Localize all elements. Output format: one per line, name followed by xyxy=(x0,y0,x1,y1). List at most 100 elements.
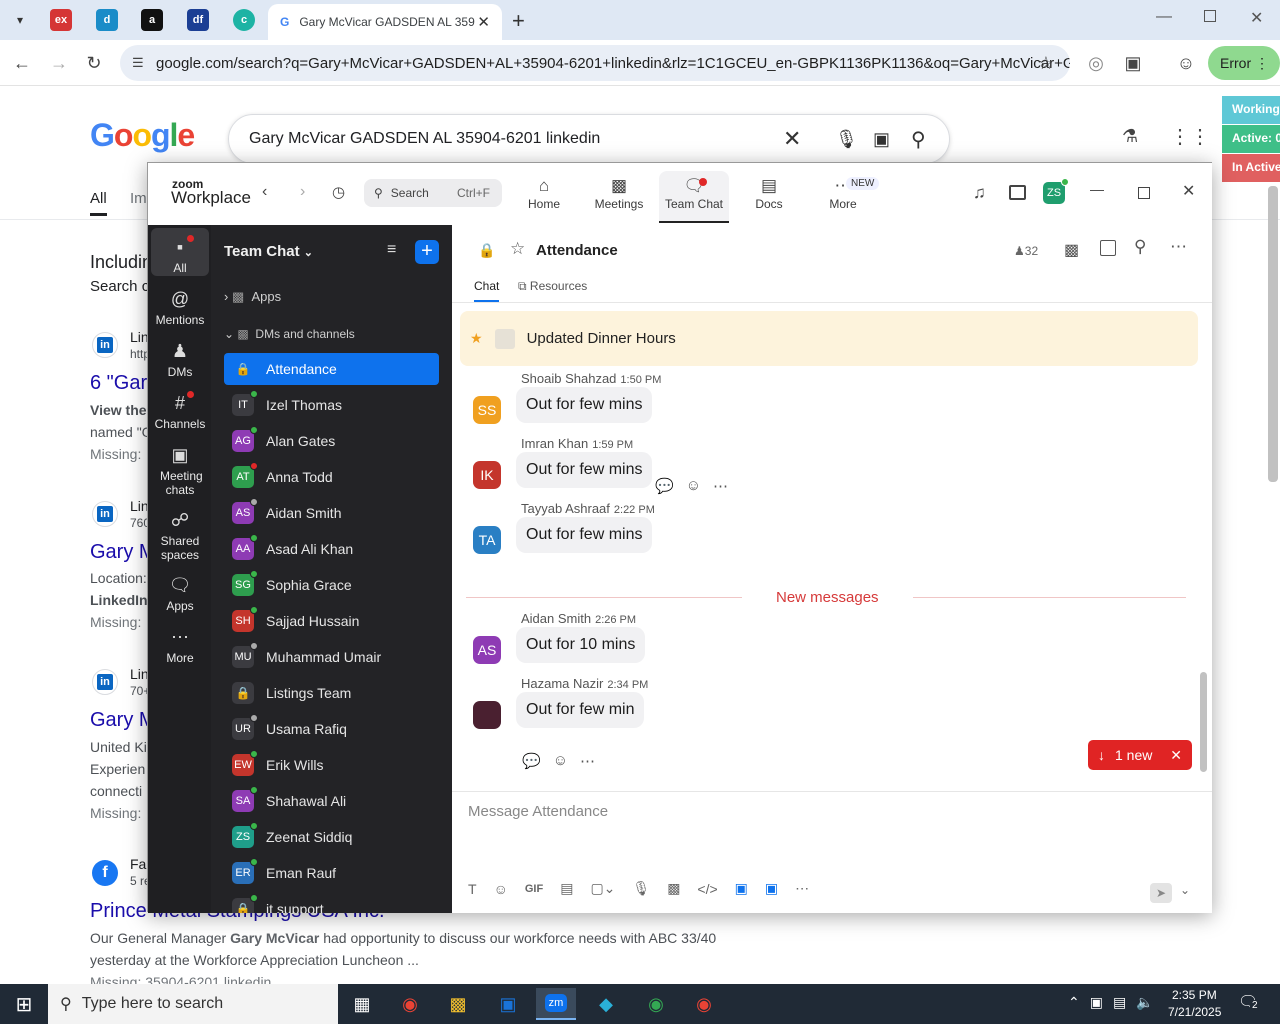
code-icon[interactable]: </> xyxy=(697,881,717,897)
filter-icon[interactable]: ≡ xyxy=(387,241,396,259)
channel-item[interactable]: ER Eman Rauf xyxy=(224,857,439,889)
nav-docs[interactable]: ▤ Docs xyxy=(734,171,804,223)
section-dms-channels[interactable]: ⌄ ▩ DMs and channels xyxy=(224,327,355,341)
bookmark-star-icon[interactable]: ☆ xyxy=(1035,52,1057,74)
taskbar-search-box[interactable]: ⚲ Type here to search xyxy=(48,984,338,1024)
tab-favicon-df[interactable]: df xyxy=(187,9,209,31)
channel-item[interactable]: AG Alan Gates xyxy=(224,425,439,457)
zoom-maximize-icon[interactable] xyxy=(1138,187,1150,199)
google-logo[interactable]: Google xyxy=(90,117,195,154)
rail-dms[interactable]: ♟ DMs xyxy=(151,339,209,379)
new-tab-icon[interactable]: + xyxy=(512,8,525,34)
send-button[interactable]: ➤ xyxy=(1150,883,1172,903)
zoom-minimize-icon[interactable]: — xyxy=(1090,181,1104,197)
tab-search-chevron-icon[interactable]: ▾ xyxy=(10,10,30,30)
pinned-message[interactable]: ★ Updated Dinner Hours xyxy=(460,311,1198,366)
send-options-icon[interactable]: ⌄ xyxy=(1180,883,1190,897)
new-message-pill[interactable]: ↓ 1 new ✕ xyxy=(1088,740,1192,770)
message-bubble[interactable]: Out for 10 mins xyxy=(516,627,646,663)
channel-item[interactable]: EW Erik Wills xyxy=(224,749,439,781)
message-bubble[interactable]: Out for few mins xyxy=(516,387,653,423)
rail-mentions[interactable]: @ Mentions xyxy=(151,287,209,327)
zoom-app-icon[interactable]: ▣ xyxy=(735,880,748,897)
clear-search-icon[interactable]: ✕ xyxy=(783,126,801,152)
task-view-icon[interactable]: ▦ xyxy=(342,988,382,1020)
tray-chevron-up-icon[interactable]: ⌃ xyxy=(1068,994,1080,1011)
video-message-icon[interactable]: ▩ xyxy=(667,880,680,897)
chrome-taskbar-icon-2[interactable]: ◉ xyxy=(684,988,724,1020)
forward-icon[interactable]: → xyxy=(48,52,70,74)
message-sender[interactable]: Hazama Nazir 2:34 PM xyxy=(521,676,648,691)
more-actions-icon[interactable]: ⋯ xyxy=(713,477,728,495)
tab-close-icon[interactable]: ✕ xyxy=(477,13,490,31)
emoji-icon[interactable]: ☺ xyxy=(494,881,508,897)
rail-more[interactable]: ⋯ More xyxy=(151,625,209,665)
chat-search-icon[interactable]: ⚲ xyxy=(1134,237,1146,257)
more-actions-icon[interactable]: ⋯ xyxy=(580,752,595,770)
user-avatar[interactable]: ZS xyxy=(1043,178,1069,204)
nav-team-chat[interactable]: 🗨 Team Chat xyxy=(659,171,729,223)
channel-item[interactable]: AT Anna Todd xyxy=(224,461,439,493)
message-sender[interactable]: Aidan Smith 2:26 PM xyxy=(521,611,636,626)
emoji-react-icon[interactable]: ☺ xyxy=(553,752,568,770)
profile-error-button[interactable]: Error ⋮ xyxy=(1208,46,1280,80)
restore-icon[interactable] xyxy=(1204,10,1216,22)
emoji-react-icon[interactable]: ☺ xyxy=(686,477,701,495)
channel-item[interactable]: 🔒 Listings Team xyxy=(224,677,439,709)
notification-center-icon[interactable]: 🗨 2 xyxy=(1238,992,1260,1012)
site-info-icon[interactable]: ☰ xyxy=(132,55,144,71)
format-text-icon[interactable]: T xyxy=(468,881,477,897)
extensions-icon[interactable]: ▣ xyxy=(1122,52,1144,74)
lens-search-icon[interactable]: ▣ xyxy=(873,129,890,150)
status-inactive[interactable]: In Active xyxy=(1222,154,1280,182)
microphone-icon[interactable]: 🎙 xyxy=(632,880,650,897)
message-sender[interactable]: Imran Khan 1:59 PM xyxy=(521,436,633,451)
back-nav-icon[interactable]: ‹ xyxy=(262,183,267,201)
network-icon[interactable]: ▤ xyxy=(1113,994,1126,1011)
message-bubble[interactable]: Out for few mins xyxy=(516,452,653,488)
tab-favicon-d[interactable]: d xyxy=(96,9,118,31)
list-header[interactable]: Team Chat ⌄ xyxy=(224,243,313,260)
outlook-icon[interactable]: ▣ xyxy=(488,988,528,1020)
message-avatar[interactable] xyxy=(473,701,501,729)
taskbar-date[interactable]: 7/21/2025 xyxy=(1168,1005,1221,1019)
profile-icon[interactable]: ☺ xyxy=(1175,52,1197,74)
more-tools-icon[interactable]: ⋯ xyxy=(795,880,809,897)
screenshot-icon[interactable]: ▢⌄ xyxy=(590,880,615,897)
status-working[interactable]: Working xyxy=(1222,96,1280,124)
translate-icon[interactable]: ◎ xyxy=(1085,52,1107,74)
volume-icon[interactable]: 🔈 xyxy=(1136,994,1153,1011)
search-instead-text[interactable]: Search c xyxy=(90,278,149,295)
message-bubble[interactable]: Out for few mins xyxy=(516,517,653,553)
message-avatar[interactable]: TA xyxy=(473,526,501,554)
nav-meetings[interactable]: ▩ Meetings xyxy=(584,171,654,223)
minimize-icon[interactable]: — xyxy=(1156,8,1172,26)
google-tab-images[interactable]: Im xyxy=(130,190,147,207)
tab-favicon-c[interactable]: c xyxy=(233,9,255,31)
channel-item[interactable]: UR Usama Rafiq xyxy=(224,713,439,745)
file-explorer-icon[interactable]: ▩ xyxy=(438,988,478,1020)
chat-more-icon[interactable]: ⋯ xyxy=(1170,237,1187,257)
channel-item[interactable]: SG Sophia Grace xyxy=(224,569,439,601)
message-avatar[interactable]: IK xyxy=(473,461,501,489)
member-count[interactable]: ♟32 xyxy=(1014,244,1038,258)
search-submit-icon[interactable]: ⚲ xyxy=(911,127,926,152)
message-sender[interactable]: Shoaib Shahzad 1:50 PM xyxy=(521,371,661,386)
reply-icon[interactable]: 💬 xyxy=(655,477,674,495)
tab-chat[interactable]: Chat xyxy=(474,279,500,302)
channel-item[interactable]: AA Asad Ali Khan xyxy=(224,533,439,565)
section-apps[interactable]: › ▩ Apps xyxy=(224,289,281,305)
history-icon[interactable]: ◷ xyxy=(332,183,345,201)
notifications-bell-icon[interactable]: ♫ xyxy=(973,183,986,203)
file-icon[interactable]: ▤ xyxy=(560,880,573,897)
status-active[interactable]: Active: 0 xyxy=(1222,125,1280,153)
message-avatar[interactable]: SS xyxy=(473,396,501,424)
message-avatar[interactable]: AS xyxy=(473,636,501,664)
nav-more[interactable]: ⋯ More NEW xyxy=(808,171,880,223)
channel-item[interactable]: ZS Zeenat Siddiq xyxy=(224,821,439,853)
favorite-star-icon[interactable]: ☆ xyxy=(510,239,525,259)
rail-meeting-chats[interactable]: ▣ Meeting chats xyxy=(151,443,209,497)
tab-favicon-expedia[interactable]: ex xyxy=(50,9,72,31)
back-icon[interactable]: ← xyxy=(11,52,33,74)
rail-shared-spaces[interactable]: ☍ Shared spaces xyxy=(151,508,209,562)
